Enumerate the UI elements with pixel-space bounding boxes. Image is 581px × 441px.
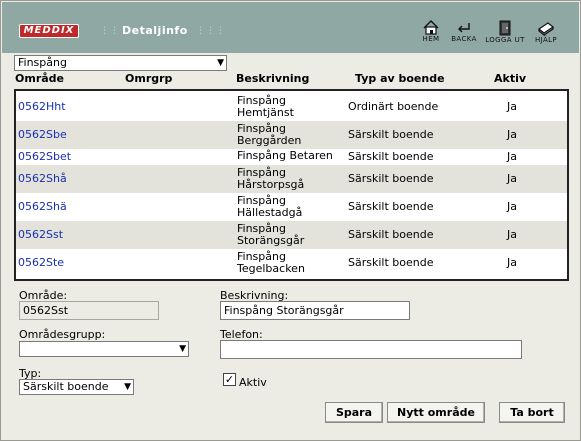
logout-label: LOGGA UT [485,36,525,44]
save-button[interactable]: Spara [325,402,383,423]
chevron-down-icon: ▼ [124,382,131,392]
dots-icon: ⋮⋮⋮ [196,26,226,36]
row-code-link[interactable]: 0562Ste [18,256,64,269]
table-row[interactable]: 0562Sst Finspång Storängsgår Särskilt boe… [16,221,567,249]
area-filter-select[interactable]: Finspång ▼ [14,55,227,71]
aktiv-label: Aktiv [239,376,267,389]
back-arrow-icon [458,23,470,33]
row-type: Särskilt boende [348,172,434,185]
table-row[interactable]: 0562Shå Finspång Hårstorpsgå Särskilt boe… [16,165,567,193]
chevron-down-icon: ▼ [179,344,186,354]
row-description: Finspång Hällestadgå [237,194,303,219]
row-code-link[interactable]: 0562Sbet [18,150,71,163]
row-active: Ja [507,100,517,113]
omrade-field[interactable]: 0562Sst [19,301,159,320]
omradesgrupp-label: Områdesgrupp: [19,328,106,341]
logout-button[interactable]: LOGGA UT [485,20,525,44]
col-header-aktiv[interactable]: Aktiv [494,72,526,85]
row-type: Ordinärt boende [348,100,439,113]
row-code-link[interactable]: 0562Sst [18,228,63,241]
row-description: Finspång Hemtjänst [237,94,294,119]
back-button[interactable]: BACKA [447,20,481,43]
window: MEDDIX ⋮⋮⋮ Detaljinfo ⋮⋮⋮ HEM BACKA LOGG… [0,0,581,441]
col-header-omrade[interactable]: Område [15,72,64,85]
row-active: Ja [507,172,517,185]
help-label: HJÄLP [534,36,558,44]
home-icon [423,20,439,35]
row-code-link[interactable]: 0562Sbe [18,128,67,141]
row-code-link[interactable]: 0562Shä [18,200,67,213]
col-header-omrgrp[interactable]: Omrgrp [125,72,172,85]
row-description: Finspång Berggården [237,122,302,147]
home-label: HEM [422,35,440,43]
meddix-logo: MEDDIX [19,24,79,38]
table-row[interactable]: 0562Sbet Finspång Betaren Särskilt boend… [16,149,567,165]
typ-select[interactable]: Särskilt boende ▼ [19,379,134,395]
typ-value: Särskilt boende [23,380,109,393]
row-type: Särskilt boende [348,128,434,141]
omradesgrupp-select[interactable]: ▼ [19,341,189,357]
row-active: Ja [507,228,517,241]
back-label: BACKA [451,35,477,43]
help-button[interactable]: HJÄLP [529,20,563,44]
area-filter-value: Finspång [18,56,67,69]
telefon-field[interactable] [220,340,522,359]
row-active: Ja [507,128,517,141]
row-type: Särskilt boende [348,256,434,269]
table-row[interactable]: 0562Sbe Finspång Berggården Särskilt boen… [16,121,567,149]
row-active: Ja [507,200,517,213]
table-row[interactable]: 0562Hht Finspång Hemtjänst Ordinärt boend… [16,93,567,121]
book-icon [537,22,555,36]
row-description: Finspång Betaren [237,149,333,162]
door-icon [499,20,511,36]
col-header-typ[interactable]: Typ av boende [355,72,445,85]
row-description: Finspång Tegelbacken [237,250,305,275]
col-header-beskrivning[interactable]: Beskrivning [236,72,309,85]
beskrivning-field[interactable]: Finspång Storängsgår [220,301,410,320]
page-title: Detaljinfo [122,24,188,37]
table-row[interactable]: 0562Ste Finspång Tegelbacken Särskilt boe… [16,249,567,277]
aktiv-checkbox[interactable]: ✓ [223,373,236,386]
row-code-link[interactable]: 0562Hht [18,100,66,113]
new-area-button[interactable]: Nytt område [387,402,485,423]
row-type: Särskilt boende [348,200,434,213]
row-active: Ja [507,150,517,163]
row-code-link[interactable]: 0562Shå [18,172,67,185]
row-description: Finspång Storängsgår [237,222,305,247]
area-table: 0562Hht Finspång Hemtjänst Ordinärt boend… [14,89,569,281]
table-row[interactable]: 0562Shä Finspång Hällestadgå Särskilt boe… [16,193,567,221]
row-description: Finspång Hårstorpsgå [237,166,305,191]
delete-button[interactable]: Ta bort [499,402,565,423]
home-button[interactable]: HEM [418,20,444,43]
row-type: Särskilt boende [348,228,434,241]
header-bar: MEDDIX ⋮⋮⋮ Detaljinfo ⋮⋮⋮ HEM BACKA LOGG… [2,2,579,53]
chevron-down-icon: ▼ [217,58,224,68]
row-type: Särskilt boende [348,150,434,163]
row-active: Ja [507,256,517,269]
